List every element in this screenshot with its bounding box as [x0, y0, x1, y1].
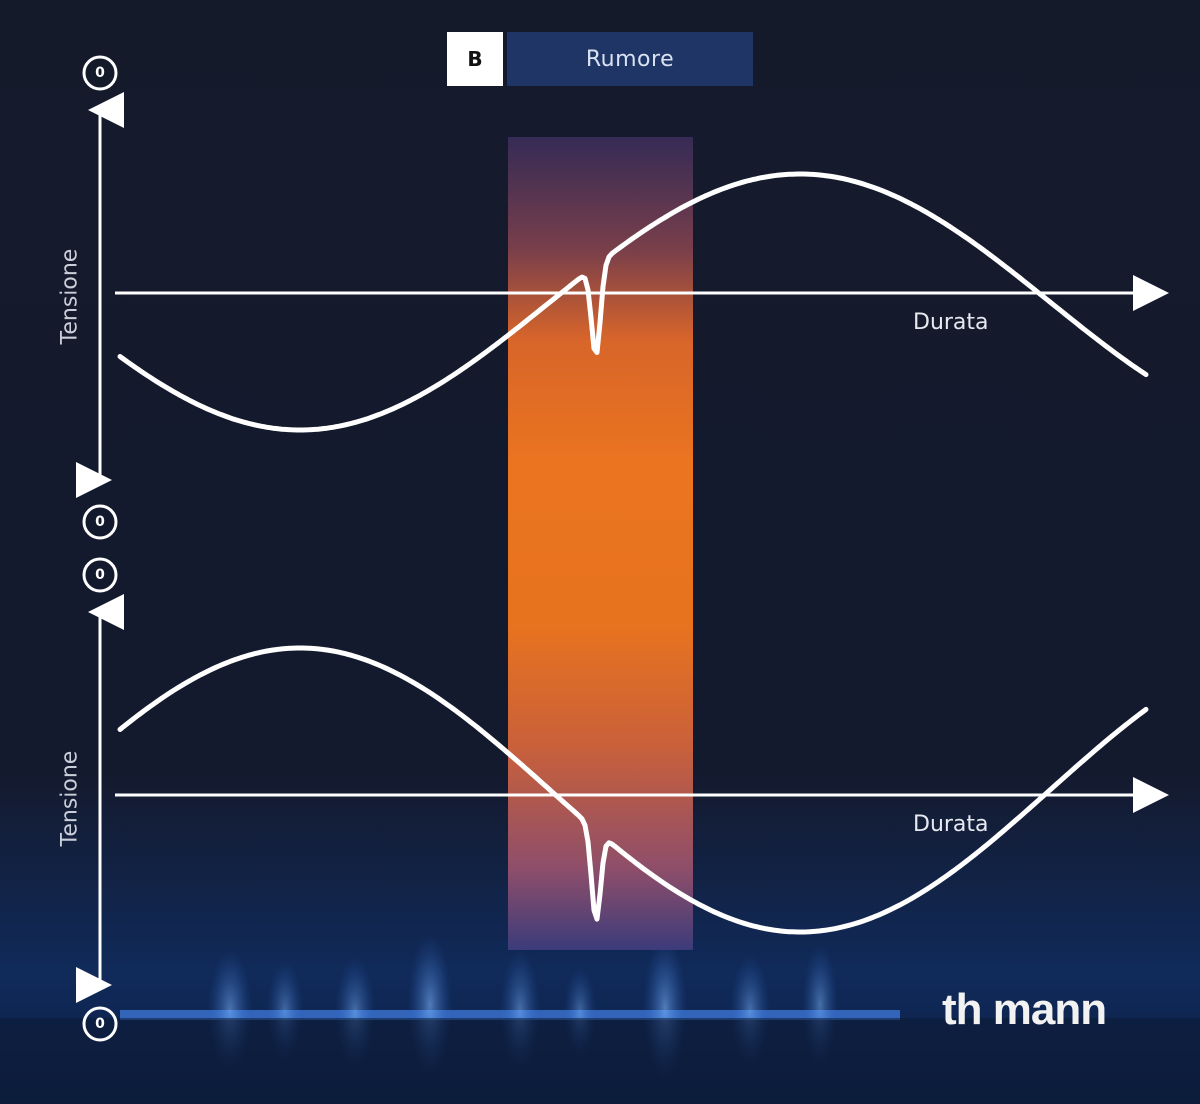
x-axis-title-bottom: Durata — [913, 812, 989, 837]
x-axis-title-top: Durata — [913, 310, 989, 335]
legend-swatch: B — [447, 32, 503, 86]
marker-label: 0 — [95, 567, 105, 583]
marker-label: 0 — [95, 514, 105, 530]
diagram-stage: B Rumore Tensione Tensione Durata Durata… — [0, 0, 1200, 1104]
marker-label: 0 — [95, 1016, 105, 1032]
legend-label: Rumore — [507, 32, 753, 86]
y-axis-title-bottom: Tensione — [57, 750, 83, 847]
brand-logo: th mann — [942, 985, 1107, 1034]
marker-label: 0 — [95, 65, 105, 81]
y-axis-title-top: Tensione — [57, 248, 83, 345]
diagram-canvas — [0, 0, 1200, 1104]
noise-band — [508, 137, 693, 950]
